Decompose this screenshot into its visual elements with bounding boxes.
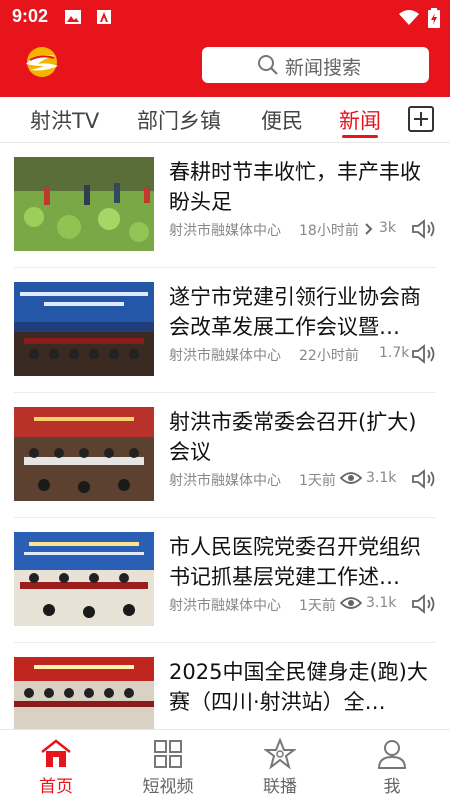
news-title: 射洪市委常委会召开(扩大)会议	[169, 410, 417, 464]
news-time: 1天前	[299, 598, 336, 614]
active-tab-indicator	[342, 135, 378, 138]
news-thumbnail	[14, 657, 154, 729]
views-icon	[365, 223, 373, 235]
nav-home[interactable]: 首页	[0, 730, 112, 800]
home-icon	[41, 739, 71, 767]
news-meta: 射洪市融媒体中心 1天前 3.1k	[169, 468, 436, 490]
news-time: 22小时前	[299, 348, 359, 364]
search-input[interactable]: 新闻搜索	[202, 47, 429, 83]
news-thumbnail	[14, 157, 154, 251]
news-item[interactable]: 春耕时节丰收忙，丰产丰收盼头足 射洪市融媒体中心 18小时前 3k	[14, 143, 436, 268]
news-item[interactable]: 遂宁市党建引领行业协会商会改革发展工作会议暨… 射洪市融媒体中心 22小时前 1…	[14, 268, 436, 393]
news-thumbnail	[14, 282, 154, 376]
audio-icon[interactable]	[410, 218, 436, 240]
news-title: 2025中国全民健身走(跑)大赛（四川·射洪站）全…	[169, 660, 428, 714]
battery-icon	[428, 8, 440, 28]
nav-short-video-label: 短视频	[142, 777, 194, 797]
add-channel-icon[interactable]	[408, 106, 434, 132]
app-notification-icon	[97, 10, 111, 24]
news-meta: 射洪市融媒体中心 1天前 3.1k	[169, 593, 436, 615]
news-thumbnail	[14, 407, 154, 501]
news-meta: 射洪市融媒体中心 18小时前 3k	[169, 218, 436, 240]
news-title: 遂宁市党建引领行业协会商会改革发展工作会议暨…	[169, 285, 421, 339]
app-header: 9:02 新闻搜索	[0, 0, 450, 97]
search-icon	[258, 55, 278, 75]
news-time: 1天前	[299, 473, 336, 489]
user-icon	[377, 740, 407, 769]
nav-short-video[interactable]: 短视频	[112, 730, 224, 800]
news-source: 射洪市融媒体中心	[169, 598, 281, 614]
news-time: 18小时前	[299, 223, 359, 239]
tab-departments-towns[interactable]: 部门乡镇	[137, 105, 221, 135]
tab-news[interactable]: 新闻	[339, 105, 381, 135]
nav-home-label: 首页	[39, 777, 73, 797]
eye-icon	[340, 472, 362, 484]
broadcast-icon	[264, 738, 296, 770]
news-source: 射洪市融媒体中心	[169, 223, 281, 239]
news-source: 射洪市融媒体中心	[169, 348, 281, 364]
audio-icon[interactable]	[410, 343, 436, 365]
search-placeholder: 新闻搜索	[285, 57, 362, 79]
news-item[interactable]: 2025中国全民健身走(跑)大赛（四川·射洪站）全…	[14, 643, 436, 729]
gallery-icon	[65, 10, 81, 24]
news-views: 3.1k	[366, 595, 397, 611]
news-item[interactable]: 射洪市委常委会召开(扩大)会议 射洪市融媒体中心 1天前 3.1k	[14, 393, 436, 518]
news-title: 市人民医院党委召开党组织书记抓基层党建工作述…	[169, 535, 421, 589]
nav-broadcast[interactable]: 联播	[224, 730, 336, 800]
channel-tabs: 射洪TV 部门乡镇 便民 新闻	[0, 97, 450, 143]
status-bar: 9:02	[0, 0, 450, 34]
status-time: 9:02	[12, 6, 49, 26]
eye-icon	[340, 597, 362, 609]
tab-convenience[interactable]: 便民	[261, 105, 303, 135]
audio-icon[interactable]	[410, 593, 436, 615]
nav-me[interactable]: 我	[336, 730, 448, 800]
news-source: 射洪市融媒体中心	[169, 473, 281, 489]
bottom-navigation: 首页 短视频 联播 我	[0, 729, 450, 800]
news-item[interactable]: 市人民医院党委召开党组织书记抓基层党建工作述… 射洪市融媒体中心 1天前 3.1…	[14, 518, 436, 643]
news-title: 春耕时节丰收忙，丰产丰收盼头足	[169, 160, 421, 214]
news-views: 3k	[379, 220, 397, 236]
nav-me-label: 我	[383, 777, 401, 797]
news-views: 1.7k	[379, 345, 410, 361]
tab-shehong-tv[interactable]: 射洪TV	[30, 105, 99, 135]
news-meta: 射洪市融媒体中心 22小时前 1.7k	[169, 343, 436, 365]
wifi-icon	[399, 10, 419, 25]
news-thumbnail	[14, 532, 154, 626]
audio-icon[interactable]	[410, 468, 436, 490]
grid-icon	[154, 740, 182, 768]
news-views: 3.1k	[366, 470, 397, 486]
nav-broadcast-label: 联播	[263, 777, 297, 797]
app-logo	[26, 47, 58, 77]
